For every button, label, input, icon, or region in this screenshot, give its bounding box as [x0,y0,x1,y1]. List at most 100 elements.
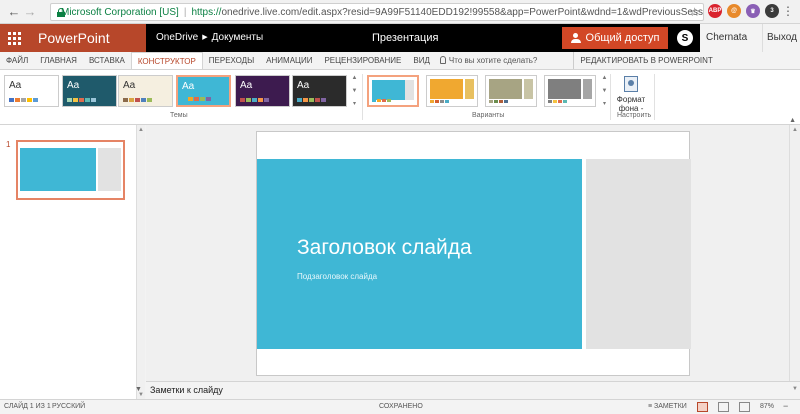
theme-swatches [182,97,211,101]
variant-main-block [430,79,463,99]
app-header: PowerPoint Online OneDrive ▶ Документы П… [0,24,800,74]
theme-option-0[interactable]: Aa [4,75,59,107]
app-name[interactable]: PowerPoint Online [28,24,146,74]
bookmark-star-icon[interactable]: ☆ [689,5,700,19]
logout-link[interactable]: Выход [762,24,800,52]
notes-toggle-label: ЗАМЕТКИ [654,403,687,410]
tab-7[interactable]: ВИД [407,52,436,69]
slide-title[interactable]: Заголовок слайда [297,236,472,260]
tab-1[interactable]: ГЛАВНАЯ [34,52,83,69]
badge-extension-icon[interactable]: 3 [765,4,779,18]
share-button[interactable]: Общий доступ [562,27,668,49]
ribbon-design: ▲ ▼ ▾ Темы ▲ ▼ ▾ Варианты Формат фона - … [0,69,800,125]
url-scheme: https:// [191,6,222,18]
variant-option-1[interactable] [426,75,478,107]
theme-option-5[interactable]: Aa [292,75,347,107]
status-bar: СЛАЙД 1 ИЗ 1 РУССКИЙ СОХРАНЕНО ≡ ЗАМЕТКИ… [0,399,800,414]
document-title[interactable]: Презентация [372,24,438,52]
skype-icon[interactable]: S [677,30,693,46]
edit-in-powerpoint-button[interactable]: РЕДАКТИРОВАТЬ В POWERPOINT [573,52,718,69]
collapse-ribbon-icon[interactable]: ▲ [789,117,796,124]
variant-main-block [372,80,405,100]
notes-pane[interactable]: ▼ Заметки к слайду ▼ [135,381,800,399]
group-divider [362,74,363,120]
canvas-scrollbar[interactable]: ▲ [789,125,800,381]
variants-scroll-up-icon[interactable]: ▲ [602,75,608,81]
themes-scroll-down-icon[interactable]: ▼ [352,88,358,94]
scroll-down-icon[interactable]: ▼ [792,386,798,392]
reading-view-icon[interactable] [718,402,729,412]
variant-swatches [489,100,508,103]
variants-more-icon[interactable]: ▾ [603,100,606,107]
language-indicator[interactable]: РУССКИЙ [52,403,85,410]
theme-sample-text: Aa [123,80,136,91]
variant-main-block [489,79,522,99]
tab-2[interactable]: ВСТАВКА [83,52,131,69]
app-launcher-icon[interactable] [0,24,28,52]
slide-side-block [586,159,691,349]
variant-side-block [524,79,533,99]
slides-pane-scrollbar[interactable]: ▲ ▼ [136,125,145,400]
crown-extension-icon[interactable]: ♛ [746,4,760,18]
format-background-icon [624,76,638,92]
url-text: onedrive.live.com/edit.aspx?resid=9A99F5… [221,6,703,18]
notes-toggle[interactable]: ≡ ЗАМЕТКИ [648,403,687,410]
scroll-down-icon[interactable]: ▼ [135,386,142,393]
tab-4[interactable]: ПЕРЕХОДЫ [203,52,260,69]
scroll-up-icon[interactable]: ▲ [792,127,798,133]
variant-option-2[interactable] [485,75,537,107]
themes-more-icon[interactable]: ▾ [353,100,356,107]
slide[interactable]: Заголовок слайда Подзаголовок слайда [256,131,691,376]
group-divider [654,74,655,120]
user-name[interactable]: Chernata Luda [700,24,762,71]
variant-option-3[interactable] [544,75,596,107]
forward-icon[interactable]: → [22,4,38,20]
scroll-up-icon[interactable]: ▲ [138,127,144,133]
ribbon-tabs: ФАЙЛ ГЛАВНАЯ ВСТАВКА КОНСТРУКТОР ПЕРЕХОДЫ АНИ… [0,52,800,69]
theme-option-1[interactable]: Aa [62,75,117,107]
tab-0[interactable]: ФАЙЛ [0,52,34,69]
slide-canvas: Заголовок слайда Подзаголовок слайда ▲ [146,125,800,381]
breadcrumb-onedrive[interactable]: OneDrive [156,24,198,52]
breadcrumb: OneDrive ▶ Документы [156,24,263,52]
back-icon[interactable]: ← [6,4,22,20]
slide-count: СЛАЙД 1 ИЗ 1 [4,403,51,410]
slideshow-view-icon[interactable] [739,402,750,412]
browser-menu-icon[interactable]: ⋮ [782,4,794,18]
theme-swatches [123,98,152,102]
slide-subtitle[interactable]: Подзаголовок слайда [297,272,377,281]
thumbnail-side-block [98,148,121,191]
zoom-level: 87% [760,403,775,410]
origin-separator: | [183,6,187,18]
variant-swatches [430,100,449,103]
secure-origin-label: Microsoft Corporation [US] [61,6,179,18]
person-icon [570,33,581,43]
variant-option-0[interactable] [367,75,419,107]
variants-group-label: Варианты [472,112,505,119]
tab-3[interactable]: КОНСТРУКТОР [130,52,203,69]
variant-swatches [548,100,567,103]
themes-scroll: ▲ ▼ ▾ [350,75,359,107]
avast-extension-icon[interactable]: @ [727,4,741,18]
tell-me-box[interactable]: Что вы хотите сделать? [439,52,538,69]
tab-5[interactable]: АНИМАЦИИ [260,52,318,69]
zoom-out-icon[interactable]: − [783,401,788,411]
tell-me-text: Что вы хотите сделать? [448,56,538,65]
theme-option-2[interactable]: Aa [118,75,173,107]
format-background-button[interactable]: Формат фона - [612,76,650,113]
breadcrumb-documents[interactable]: Документы [212,24,264,52]
normal-view-icon[interactable] [697,402,708,412]
share-button-label: Общий доступ [585,32,660,44]
themes-scroll-up-icon[interactable]: ▲ [352,75,358,81]
tab-6[interactable]: РЕЦЕНЗИРОВАНИЕ [318,52,407,69]
customize-group-label: Настроить [617,112,652,119]
theme-option-3[interactable]: Aa [176,75,231,107]
browser-toolbar: ← → Microsoft Corporation [US] | https:/… [0,0,800,24]
theme-option-4[interactable]: Aa [235,75,290,107]
variants-scroll-down-icon[interactable]: ▼ [602,88,608,94]
extension-icons: ABP @ ♛ 3 [708,4,779,18]
slide-thumbnail[interactable] [16,140,125,200]
address-bar[interactable]: Microsoft Corporation [US] | https:// on… [50,3,704,21]
theme-swatches [240,98,269,102]
abp-extension-icon[interactable]: ABP [708,4,722,18]
